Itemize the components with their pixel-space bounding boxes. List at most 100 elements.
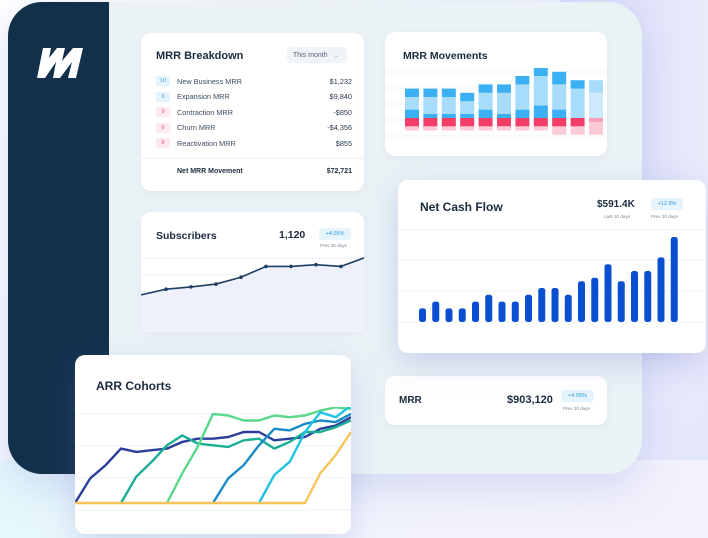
mrr-change-badge: +4.05% (561, 390, 594, 402)
mrr-movement-bar-reactivation (423, 113, 438, 118)
mrr-movement-bar-expansion (589, 92, 603, 118)
mrr-movement-bar-expansion (441, 97, 456, 114)
mrr-movement-bar-expansion (460, 101, 475, 114)
net-cash-flow-bar (472, 301, 479, 322)
period-dropdown-label: This month (293, 51, 328, 59)
mrr-movement-bar-expansion (478, 92, 493, 110)
mrr-movement-bar-contraction (515, 118, 530, 127)
mrr-movement-bar-contraction (552, 118, 567, 127)
net-mrr-value: $72,721 (326, 168, 352, 175)
mrr-movement-bar-contraction (441, 118, 456, 127)
mrr-movement-bar-new-business (423, 88, 438, 97)
mrr-movement-bar-new-business (497, 84, 511, 93)
mrr-movement-bar-reactivation (460, 113, 475, 118)
subscribers-change-note: Prev 30 days (320, 243, 347, 248)
net-cash-flow-bar (485, 294, 493, 322)
net-cash-flow-bar (551, 288, 559, 322)
row-label: New Business MRR (177, 76, 242, 86)
mrr-movement-bar-expansion (570, 88, 585, 118)
net-cash-flow-bar (511, 301, 519, 322)
mrr-movement-bar-contraction (423, 118, 438, 127)
subscribers-title: Subscribers (156, 230, 217, 242)
mrr-movement-bar-contraction (497, 118, 511, 127)
mrr-movement-bar-churn (570, 126, 585, 135)
net-cash-flow-title: Net Cash Flow (420, 200, 503, 214)
net-mrr-label: Net MRR Movement (177, 168, 243, 175)
divider (141, 158, 364, 159)
mrr-movement-bar-new-business (460, 92, 475, 102)
mrr-movement-bar-new-business (515, 76, 530, 85)
mrr-movements-card: MRR Movements (385, 32, 607, 156)
mrr-movement-bar-reactivation (441, 113, 456, 118)
mrr-movement-bar-new-business (552, 71, 567, 85)
net-cash-flow-bar (631, 271, 638, 322)
net-cash-flow-bar (591, 277, 599, 322)
net-cash-flow-bar (432, 301, 440, 322)
mrr-movement-bar-new-business (533, 68, 548, 76)
mrr-movement-bar-churn (405, 126, 419, 131)
mrr-movements-chart (385, 68, 607, 137)
row-value: $855 (335, 138, 352, 148)
row-value: -$850 (333, 107, 352, 117)
mrr-value: $903,120 (507, 394, 553, 406)
subscribers-point (339, 264, 343, 269)
mrr-movement-bar-churn (460, 126, 475, 131)
net-cash-flow-value-note: Last 30 days (604, 214, 631, 219)
chartmogul-logo-icon[interactable] (33, 44, 85, 80)
mrr-breakdown-row[interactable]: 6 Churn MRR -$4,356 (156, 121, 352, 135)
period-dropdown[interactable]: This month ⌄ (287, 47, 347, 63)
row-value: $1,232 (329, 76, 352, 86)
net-mrr-movement-row: Net MRR Movement $72,721 (177, 168, 352, 175)
mrr-movement-bar-expansion (533, 76, 548, 106)
mrr-movement-bar-reactivation (515, 109, 530, 118)
net-cash-flow-bar (498, 301, 506, 322)
mrr-breakdown-row[interactable]: 6 Expansion MRR $9,840 (156, 90, 352, 104)
mrr-breakdown-row[interactable]: 9 Contraction MRR -$850 (156, 105, 352, 119)
mrr-movement-bar-contraction (460, 118, 475, 127)
mrr-movement-bar-new-business (478, 84, 493, 93)
mrr-breakdown-row[interactable]: 10 New Business MRR $1,232 (156, 74, 352, 88)
subscribers-point (189, 285, 193, 289)
mrr-title: MRR (399, 395, 422, 406)
chevron-down-icon: ⌄ (333, 52, 339, 59)
net-cash-flow-bar (419, 308, 426, 322)
mrr-breakdown-row[interactable]: 8 Reactivation MRR $855 (156, 136, 352, 150)
subscribers-chart (141, 257, 364, 332)
net-cash-flow-bar (445, 308, 453, 322)
subscribers-point (239, 275, 243, 280)
subscribers-value: 1,120 (279, 229, 306, 241)
net-cash-flow-bar (564, 294, 572, 322)
mrr-movement-bar-new-business (570, 80, 585, 89)
row-value: -$4,356 (327, 123, 352, 133)
arr-cohorts-card: ARR Cohorts (75, 355, 351, 534)
count-badge: 6 (156, 122, 170, 133)
subscribers-point (314, 262, 318, 267)
mrr-movement-bar-churn (533, 126, 548, 131)
net-cash-flow-bar (525, 294, 532, 322)
mrr-movement-bar-contraction (405, 118, 419, 127)
mrr-change-note: Prev 30 days (563, 406, 590, 411)
row-label: Churn MRR (177, 123, 216, 133)
row-value: $9,840 (329, 92, 352, 102)
net-cash-flow-bar (617, 281, 625, 322)
arr-cohort-line-cohort-2 (119, 419, 351, 504)
mrr-movement-bar-expansion (552, 84, 567, 110)
subscribers-change-badge: +4.05% (319, 228, 351, 240)
mrr-movement-bar-churn (497, 126, 511, 131)
count-badge: 8 (156, 138, 170, 149)
net-cash-flow-chart (398, 229, 706, 323)
mrr-movement-bar-reactivation (533, 105, 548, 118)
row-label: Expansion MRR (177, 92, 230, 102)
arr-cohorts-title: ARR Cohorts (96, 379, 172, 393)
arr-cohort-line-cohort-1 (75, 416, 351, 504)
net-cash-flow-bar (670, 237, 678, 322)
mrr-movement-bar-reactivation (497, 113, 511, 118)
arr-cohort-line-cohort-6 (75, 431, 351, 505)
mrr-movement-bar-churn (441, 126, 456, 131)
count-badge: 10 (156, 76, 170, 86)
count-badge: 6 (156, 91, 170, 102)
mrr-movement-bar-contraction (589, 118, 603, 123)
subscribers-area (141, 257, 364, 332)
subscribers-point (214, 282, 218, 286)
mrr-breakdown-card: MRR Breakdown This month ⌄ 10 New Busines… (141, 33, 364, 191)
